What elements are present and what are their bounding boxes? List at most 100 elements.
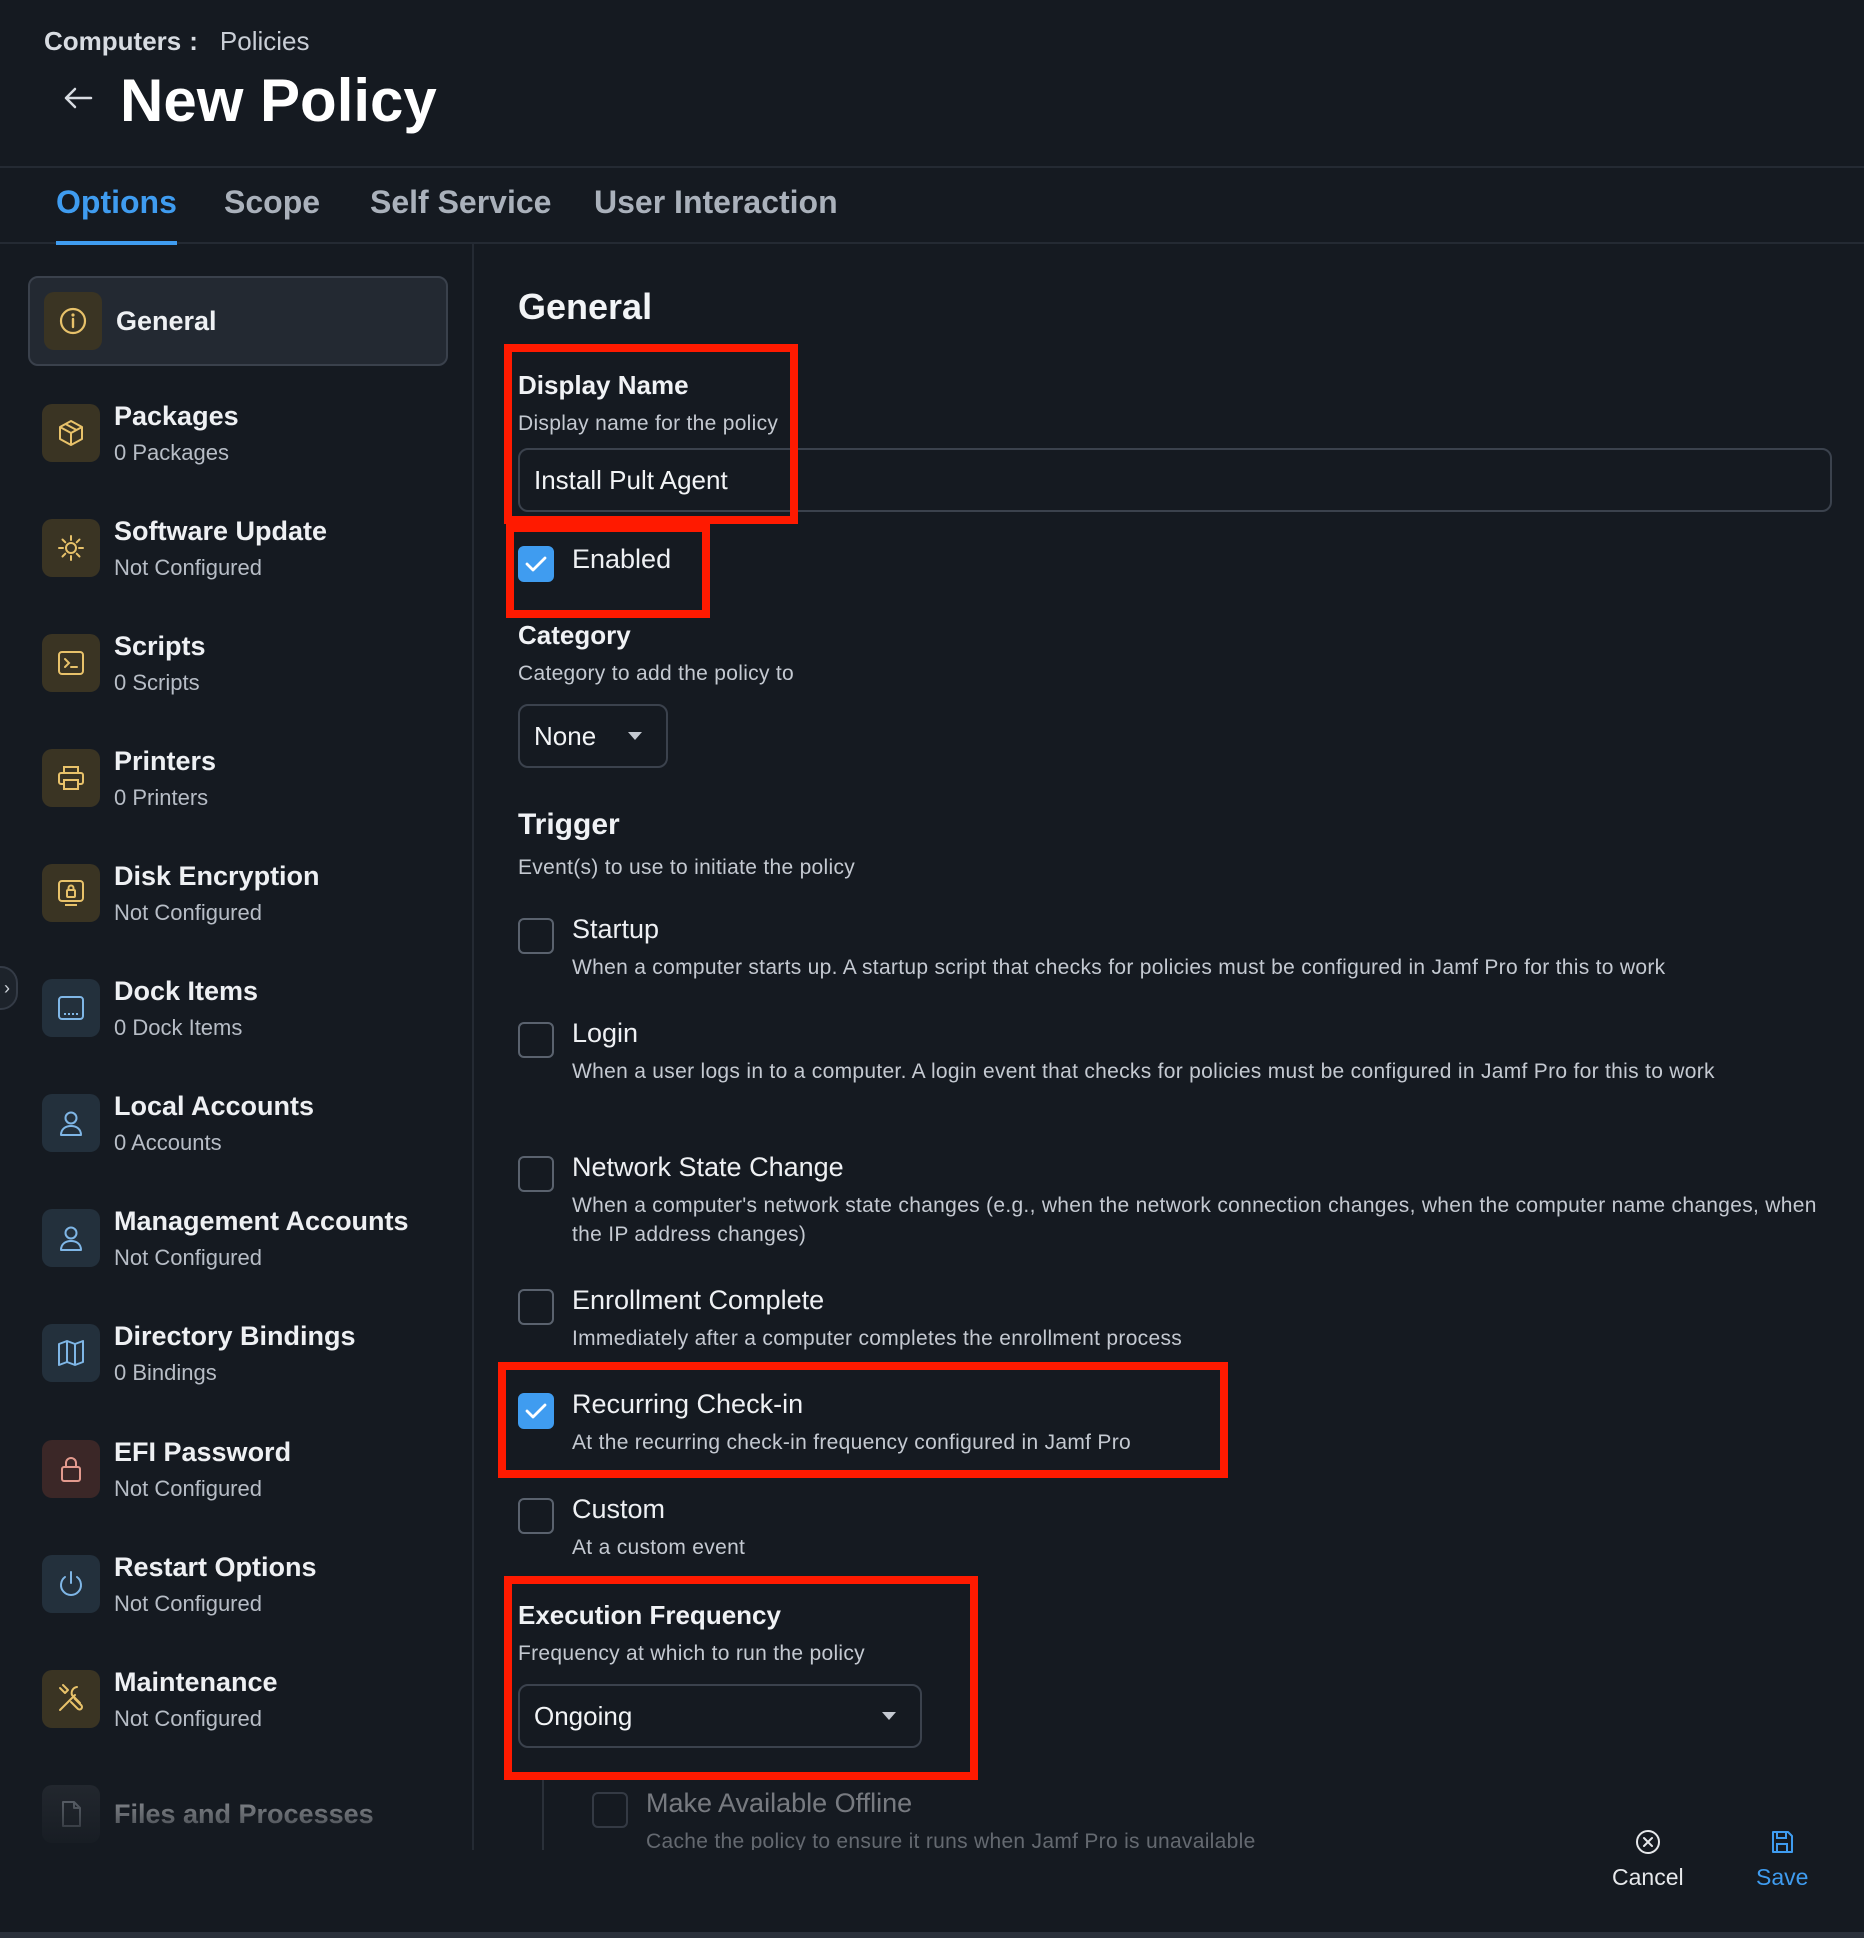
dock-icon (42, 979, 100, 1037)
breadcrumb-policies[interactable]: Policies (220, 26, 310, 57)
lock-icon (42, 1440, 100, 1498)
sidebar-item-dock-items[interactable]: Dock Items 0 Dock Items (28, 963, 448, 1053)
power-icon (42, 1555, 100, 1613)
sidebar-item-status: Not Configured (114, 899, 262, 925)
category-description: Category to add the policy to (518, 662, 795, 685)
user-icon (42, 1094, 100, 1152)
footer-bar: Cancel Save (0, 1830, 1864, 1938)
trigger-description: At a custom event (572, 1536, 746, 1559)
sidebar-item-status: Not Configured (114, 1475, 262, 1501)
save-label: Save (1756, 1864, 1809, 1890)
sidebar-item-maintenance[interactable]: Maintenance Not Configured (28, 1654, 448, 1744)
sidebar-item-status: 0 Bindings (114, 1359, 217, 1385)
sidebar-item-label: Management Accounts (114, 1205, 409, 1236)
tab-user-interaction[interactable]: User Interaction (594, 184, 838, 241)
chevron-down-icon (882, 1712, 896, 1720)
category-selected-value: None (534, 720, 597, 751)
page-title: New Policy (120, 67, 437, 134)
tab-bar: Options Scope Self Service User Interact… (0, 170, 1864, 245)
enabled-checkbox[interactable] (518, 546, 554, 582)
tab-self-service[interactable]: Self Service (370, 184, 551, 241)
chevron-down-icon (628, 732, 642, 740)
bottom-strip (0, 1932, 1864, 1938)
sidebar-item-restart-options[interactable]: Restart Options Not Configured (28, 1539, 448, 1629)
login-checkbox[interactable] (518, 1022, 554, 1058)
display-name-input[interactable] (518, 448, 1832, 512)
trigger-recurring-check-in[interactable]: Recurring Check-in At the recurring chec… (518, 1389, 1828, 1457)
enabled-checkbox-row[interactable]: Enabled (518, 542, 671, 582)
breadcrumb-separator: : (189, 26, 198, 56)
trigger-login[interactable]: Login When a user logs in to a computer.… (518, 1018, 1828, 1086)
execution-frequency-description: Frequency at which to run the policy (518, 1642, 865, 1665)
breadcrumb-computers[interactable]: Computers (44, 26, 181, 57)
cancel-button[interactable]: Cancel (1612, 1828, 1684, 1891)
sidebar-item-status: Not Configured (114, 1705, 262, 1731)
trigger-description: Immediately after a computer completes t… (572, 1327, 1183, 1350)
trigger-network-state-change[interactable]: Network State Change When a computer's n… (518, 1152, 1828, 1249)
execution-frequency-select[interactable]: Ongoing (518, 1684, 922, 1748)
trigger-title: Network State Change (572, 1152, 844, 1182)
save-button[interactable]: Save (1756, 1828, 1808, 1891)
cancel-label: Cancel (1612, 1864, 1684, 1890)
general-panel: General Display Name Display name for th… (476, 244, 1864, 1850)
section-title: General (518, 286, 653, 327)
back-arrow-icon[interactable] (58, 78, 98, 118)
sidebar-item-label: Maintenance (114, 1666, 278, 1697)
tab-scope[interactable]: Scope (224, 184, 320, 241)
custom-checkbox[interactable] (518, 1498, 554, 1534)
execution-frequency-label: Execution Frequency (518, 1600, 781, 1630)
trigger-title: Enrollment Complete (572, 1285, 825, 1315)
terminal-icon (42, 634, 100, 692)
enrollment-complete-checkbox[interactable] (518, 1289, 554, 1325)
trigger-title: Recurring Check-in (572, 1389, 804, 1419)
trigger-custom[interactable]: Custom At a custom event (518, 1494, 1828, 1562)
checkmark-icon (525, 1403, 547, 1419)
display-name-label: Display Name (518, 370, 689, 400)
startup-checkbox[interactable] (518, 918, 554, 954)
trigger-startup[interactable]: Startup When a computer starts up. A sta… (518, 914, 1848, 982)
make-available-offline-description: Cache the policy to ensure it runs when … (646, 1830, 1256, 1850)
sidebar-item-software-update[interactable]: Software Update Not Configured (28, 503, 448, 593)
sidebar-item-local-accounts[interactable]: Local Accounts 0 Accounts (28, 1078, 448, 1168)
sidebar-item-label: Files and Processes (114, 1798, 374, 1829)
sidebar-item-management-accounts[interactable]: Management Accounts Not Configured (28, 1193, 448, 1283)
sidebar-item-label: Software Update (114, 515, 328, 546)
trigger-description: When a computer's network state changes … (572, 1194, 1817, 1246)
file-icon (42, 1785, 100, 1843)
sidebar-item-files-and-processes[interactable]: Files and Processes (28, 1769, 448, 1850)
sidebar-item-scripts[interactable]: Scripts 0 Scripts (28, 618, 448, 708)
sidebar-item-disk-encryption[interactable]: Disk Encryption Not Configured (28, 848, 448, 938)
save-icon (1772, 1831, 1794, 1853)
offline-indent-line (542, 1780, 544, 1850)
sidebar-item-label: Packages (114, 400, 239, 431)
sidebar-item-status: 0 Dock Items (114, 1014, 243, 1040)
network-state-change-checkbox[interactable] (518, 1156, 554, 1192)
trigger-title: Startup (572, 914, 660, 944)
disk-lock-icon (42, 864, 100, 922)
sidebar-item-efi-password[interactable]: EFI Password Not Configured (28, 1424, 448, 1514)
category-select[interactable]: None (518, 704, 668, 768)
package-icon (42, 404, 100, 462)
sidebar-item-directory-bindings[interactable]: Directory Bindings 0 Bindings (28, 1308, 448, 1398)
sidebar-item-label: EFI Password (114, 1436, 292, 1467)
trigger-enrollment-complete[interactable]: Enrollment Complete Immediately after a … (518, 1285, 1828, 1353)
sidebar-item-status: 0 Packages (114, 439, 229, 465)
sidebar-item-general[interactable]: General (28, 276, 448, 366)
trigger-title: Login (572, 1018, 639, 1048)
tab-options[interactable]: Options (56, 184, 177, 245)
sidebar-item-label: Restart Options (114, 1551, 317, 1582)
printer-icon (42, 749, 100, 807)
enabled-label: Enabled (572, 544, 672, 574)
sidebar-item-printers[interactable]: Printers 0 Printers (28, 733, 448, 823)
sidebar-item-packages[interactable]: Packages 0 Packages (28, 388, 448, 478)
trigger-title: Custom (572, 1494, 666, 1524)
make-available-offline-checkbox[interactable] (592, 1792, 628, 1828)
make-available-offline-title: Make Available Offline (646, 1788, 913, 1818)
sidebar-item-label: Dock Items (114, 975, 259, 1006)
sidebar-item-label: Directory Bindings (114, 1320, 356, 1351)
user-icon (42, 1209, 100, 1267)
execution-frequency-selected-value: Ongoing (534, 1700, 633, 1731)
checkmark-icon (525, 556, 547, 572)
trigger-description: Event(s) to use to initiate the policy (518, 856, 856, 879)
recurring-check-in-checkbox[interactable] (518, 1393, 554, 1429)
